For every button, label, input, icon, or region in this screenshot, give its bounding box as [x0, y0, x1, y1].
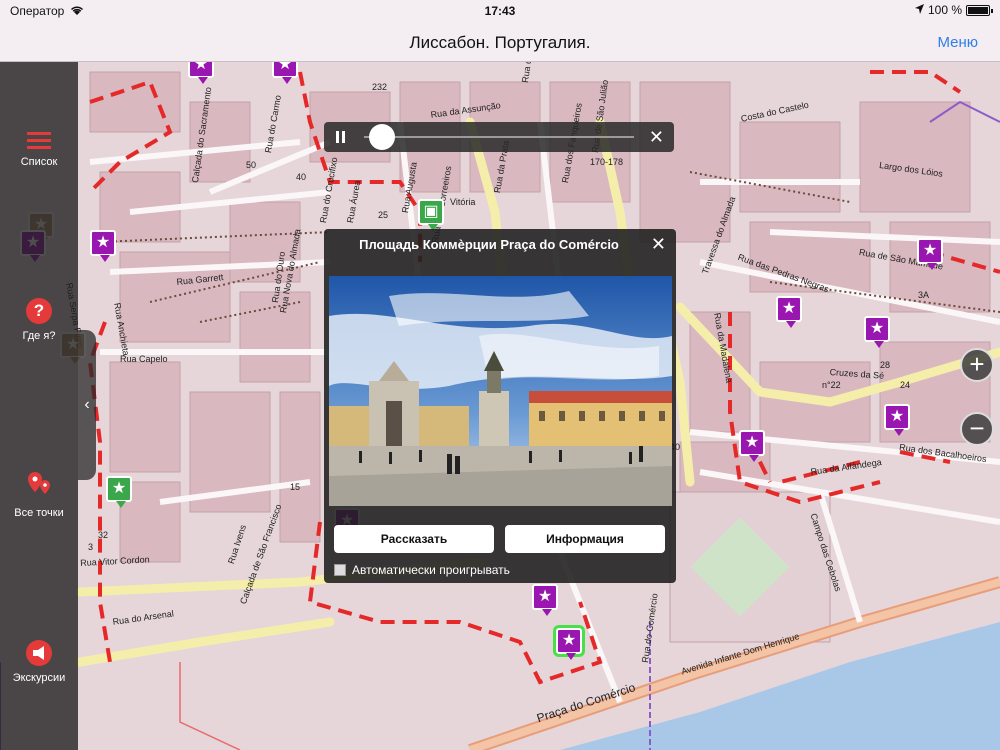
close-popup-icon[interactable]: ✕ — [651, 234, 666, 255]
map-number: 28 — [880, 360, 891, 370]
poi-star-marker[interactable]: ★ — [864, 316, 890, 348]
poi-photo — [329, 276, 672, 506]
clock: 17:43 — [484, 4, 516, 18]
page-title: Лиссабон. Португалия. — [409, 33, 591, 52]
progress-knob[interactable] — [369, 124, 395, 150]
map-number: 25 — [378, 210, 389, 220]
navigation-bar: Лиссабон. Португалия. Меню — [0, 22, 1000, 62]
all-points-label: Все точки — [14, 507, 64, 519]
status-bar: Оператор 17:43 100 % — [0, 0, 1000, 22]
menu-button[interactable]: Меню — [937, 34, 978, 51]
list-label: Список — [20, 156, 58, 168]
list-button[interactable]: Список — [0, 132, 78, 168]
tours-button[interactable]: Экскурсии — [0, 640, 78, 684]
map-number: 15 — [290, 482, 301, 492]
tell-button[interactable]: Рассказать — [334, 525, 494, 553]
pause-icon[interactable] — [336, 131, 346, 143]
question-location-icon: ? — [26, 298, 52, 324]
selected-poi-marker[interactable]: ★ — [556, 628, 582, 660]
status-right: 100 % — [914, 3, 993, 17]
zoom-out-button[interactable]: − — [960, 412, 994, 446]
map-number: n°22 — [822, 380, 841, 390]
map-number: 24 — [900, 380, 911, 390]
list-icon — [27, 132, 51, 150]
poi-info-popup: Площадь Коммèрции Praça do Comércio ✕ Ра… — [324, 229, 676, 583]
where-label: Где я? — [22, 330, 56, 342]
close-player-icon[interactable]: ✕ — [649, 127, 664, 148]
photo-spot-marker[interactable]: ▣ — [418, 199, 444, 231]
zoom-in-button[interactable]: + — [960, 348, 994, 382]
megaphone-icon — [26, 640, 52, 666]
poi-star-marker[interactable]: ★ — [188, 62, 214, 84]
info-button[interactable]: Информация — [505, 525, 665, 553]
poi-star-marker[interactable]: ★ — [917, 238, 943, 270]
progress-track[interactable] — [364, 136, 634, 138]
poi-star-marker[interactable]: ★ — [272, 62, 298, 84]
location-arrow-icon — [914, 3, 924, 17]
map-number: 170-178 — [590, 157, 624, 167]
map-label: Vitória — [450, 197, 476, 207]
battery-icon — [966, 4, 993, 16]
map-pins-icon — [0, 470, 78, 501]
map-number: 40 — [296, 172, 307, 182]
map-number: 50 — [246, 160, 257, 170]
poi-star-marker[interactable]: ★ — [776, 296, 802, 328]
map-number: 32 — [98, 530, 109, 540]
battery-percent: 100 % — [927, 3, 962, 17]
poi-star-marker[interactable]: ★ — [884, 404, 910, 436]
autoplay-label: Автоматически проигрывать — [352, 563, 510, 577]
autoplay-toggle[interactable]: Автоматически проигрывать — [334, 563, 510, 577]
left-panel: Список ? Где я? Все точки Экскурсии — [0, 62, 78, 750]
map-number: 3 — [88, 542, 94, 552]
poi-green-marker[interactable]: ★ — [106, 476, 132, 508]
poi-star-marker[interactable]: ★ — [739, 430, 765, 462]
audio-player: ✕ — [324, 122, 674, 152]
where-am-i-button[interactable]: ? Где я? — [0, 298, 78, 342]
all-points-button[interactable]: Все точки — [0, 470, 78, 519]
poi-star-marker[interactable]: ★ — [532, 584, 558, 616]
panel-collapse-handle[interactable]: ‹ — [78, 330, 96, 480]
map-number: 232 — [372, 82, 388, 92]
poi-star-marker[interactable]: ★ — [90, 230, 116, 262]
map-label: Rua Capelo — [120, 354, 168, 364]
popup-title: Площадь Коммèрции Praça do Comércio — [359, 237, 619, 252]
autoplay-checkbox[interactable] — [334, 564, 346, 576]
map-number: 3A — [918, 290, 930, 300]
tours-label: Экскурсии — [12, 672, 66, 684]
